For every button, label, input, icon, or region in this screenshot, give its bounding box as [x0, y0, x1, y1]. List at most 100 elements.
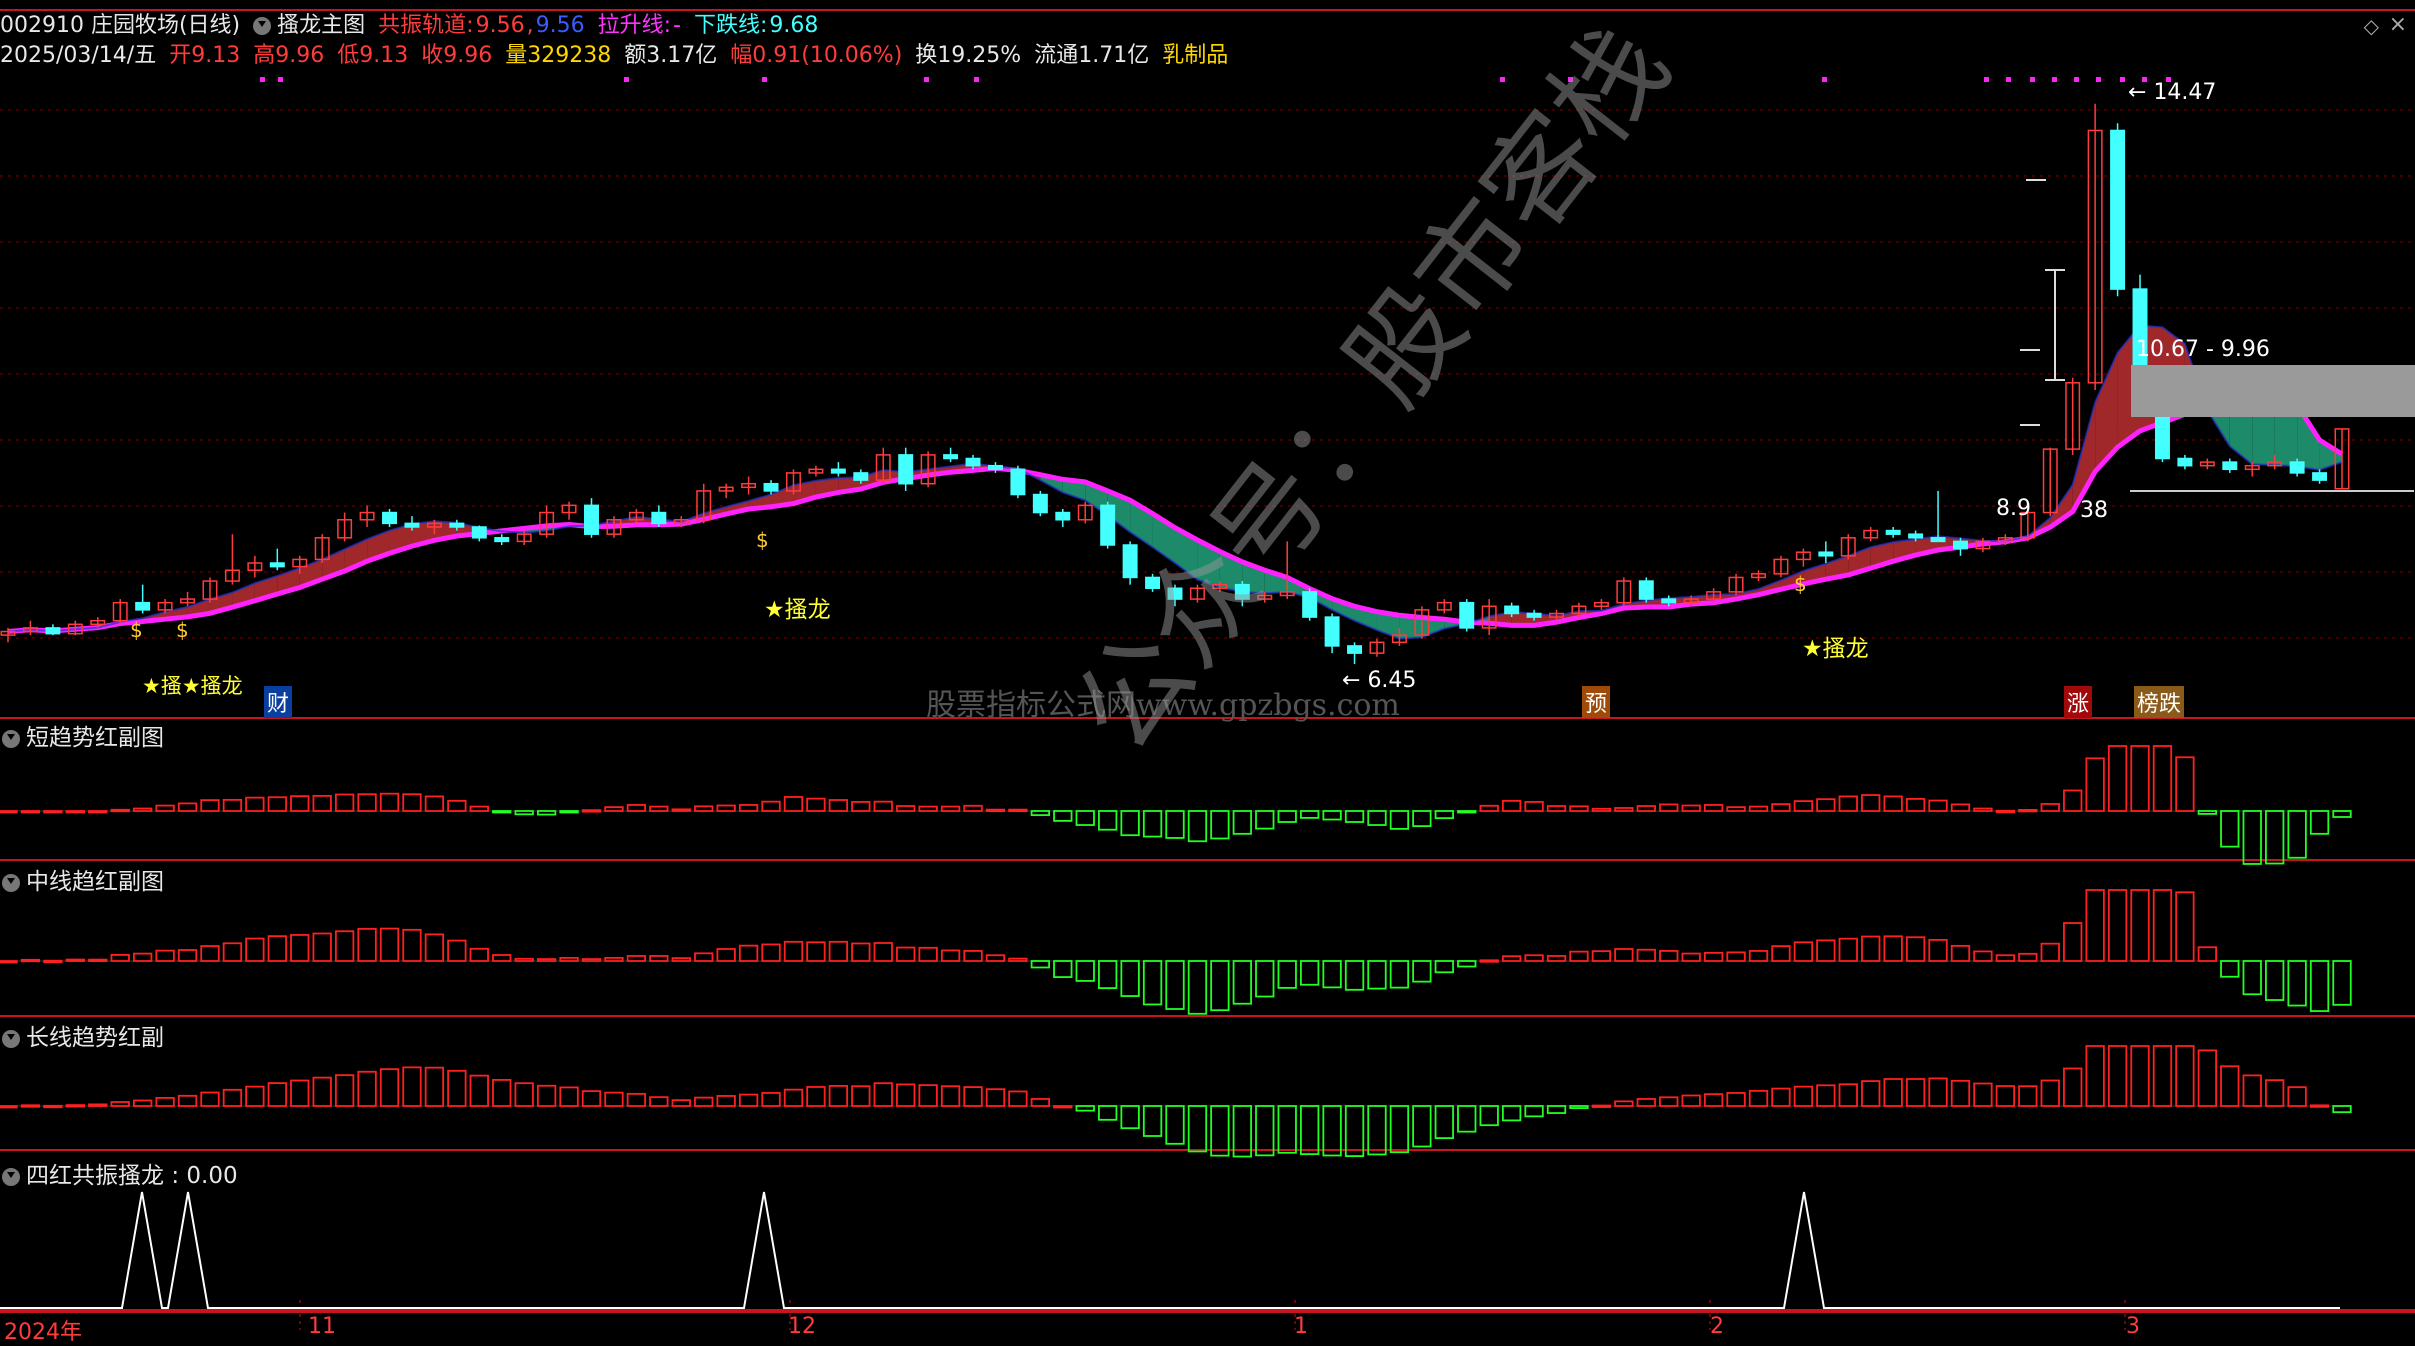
candle-body: [1885, 529, 1901, 535]
bar-positive: [155, 804, 175, 812]
bar-positive: [1636, 948, 1656, 962]
bar-negative: [1457, 960, 1477, 968]
bar-positive: [2287, 1086, 2307, 1107]
bar-negative: [2309, 960, 2330, 1012]
bar-positive: [290, 1079, 310, 1107]
bar-positive: [806, 941, 826, 962]
candle-body: [1638, 580, 1654, 600]
bar-positive: [536, 1084, 557, 1107]
bar-negative: [1501, 1105, 1522, 1122]
bar-positive: [177, 1094, 198, 1107]
bar-positive: [2152, 745, 2173, 812]
bar-negative: [1075, 1105, 1095, 1112]
bar-positive: [604, 806, 624, 812]
bar-positive: [1748, 1089, 1769, 1107]
bar-positive: [761, 943, 781, 962]
bar-positive: [963, 950, 983, 962]
bar-positive: [1905, 798, 1926, 812]
bar-negative: [1210, 960, 1230, 1012]
bar-positive: [222, 1088, 243, 1107]
bar-positive: [1928, 799, 1948, 812]
panel-title-short[interactable]: 短趋势红副图: [2, 718, 164, 752]
bar-positive: [536, 958, 557, 962]
bar-negative: [1367, 810, 1387, 826]
bar-positive: [851, 1085, 871, 1107]
bar-negative: [1367, 960, 1387, 990]
bar-positive: [918, 1084, 938, 1107]
bar-positive: [402, 928, 422, 962]
bar-positive: [761, 800, 781, 812]
bar-positive: [1524, 801, 1544, 812]
event-tag-ranking[interactable]: 榜跌: [2134, 686, 2185, 718]
panel-menu-icon[interactable]: [2, 1029, 20, 1048]
candle-body: [135, 601, 151, 611]
candle-body: [965, 457, 981, 467]
bar-positive: [88, 958, 108, 963]
bar-positive: [2175, 1045, 2195, 1107]
bar-positive: [290, 795, 310, 812]
panel-menu-icon[interactable]: [2, 873, 20, 892]
bar-positive: [155, 1097, 175, 1107]
bar-positive: [1950, 1079, 1971, 1107]
bar-positive: [43, 1104, 63, 1109]
panel-title-long[interactable]: 长线趋势红副: [2, 1018, 164, 1052]
bar-positive: [1703, 951, 1724, 962]
bar-positive: [626, 955, 647, 962]
bar-positive: [694, 805, 714, 812]
bar-negative: [1300, 810, 1320, 819]
bar-negative: [1322, 1105, 1342, 1157]
bar-positive: [2018, 952, 2038, 962]
bar-positive: [222, 798, 243, 812]
event-tag-forecast[interactable]: 预: [1582, 686, 1611, 718]
panel-title-signal[interactable]: 四红共振搔龙 : 0.00: [2, 1156, 238, 1190]
panel-title-short-text: 短趋势红副图: [26, 725, 164, 751]
signal-dot: [2006, 77, 2011, 82]
bar-positive: [604, 956, 624, 962]
bar-negative: [1053, 810, 1073, 822]
bar-positive: [514, 957, 534, 962]
bar-negative: [1187, 810, 1208, 843]
panel-menu-icon[interactable]: [2, 729, 20, 748]
coin-icon: $: [1794, 572, 1807, 596]
bar-negative: [1277, 810, 1297, 823]
candle-body: [1324, 616, 1340, 647]
bar-positive: [0, 960, 18, 964]
bar-positive: [43, 810, 63, 814]
bar-positive: [133, 952, 153, 962]
bar-positive: [940, 949, 961, 962]
bar-positive: [1793, 1085, 1814, 1107]
event-tag-finance[interactable]: 财: [264, 686, 293, 718]
panel-title-mid[interactable]: 中线趋红副图: [2, 862, 164, 896]
bar-negative: [1255, 810, 1275, 830]
bar-negative: [1412, 1105, 1432, 1148]
bar-positive: [492, 954, 512, 962]
candle-body: [1459, 601, 1475, 629]
bar-positive: [1748, 805, 1769, 812]
bar-negative: [1255, 1105, 1275, 1157]
bar-positive: [200, 945, 220, 962]
bar-negative: [1389, 810, 1410, 830]
bar-positive: [1546, 955, 1567, 962]
bar-positive: [985, 1088, 1006, 1107]
bar-positive: [873, 800, 893, 812]
bar-negative: [1142, 810, 1163, 838]
bar-positive: [1659, 950, 1679, 962]
candle-body: [584, 504, 599, 535]
bar-positive: [716, 948, 736, 962]
bar-positive: [88, 1103, 108, 1107]
signal-dot: [924, 77, 929, 82]
panel-menu-icon[interactable]: [2, 1167, 20, 1186]
bar-positive: [626, 804, 647, 812]
signal-dot: [2052, 77, 2057, 82]
bar-negative: [1300, 1105, 1320, 1156]
bar-positive: [1008, 957, 1028, 962]
bar-negative: [1098, 810, 1118, 831]
bar-positive: [1748, 950, 1769, 962]
bar-positive: [1928, 938, 1948, 962]
axis-label-year: 2024年: [4, 1320, 82, 1345]
bar-positive: [1950, 803, 1971, 812]
event-tag-limit-up[interactable]: 涨: [2064, 686, 2093, 718]
bar-negative: [2332, 1105, 2352, 1114]
bar-negative: [1389, 1105, 1410, 1154]
bar-negative: [2265, 810, 2285, 865]
